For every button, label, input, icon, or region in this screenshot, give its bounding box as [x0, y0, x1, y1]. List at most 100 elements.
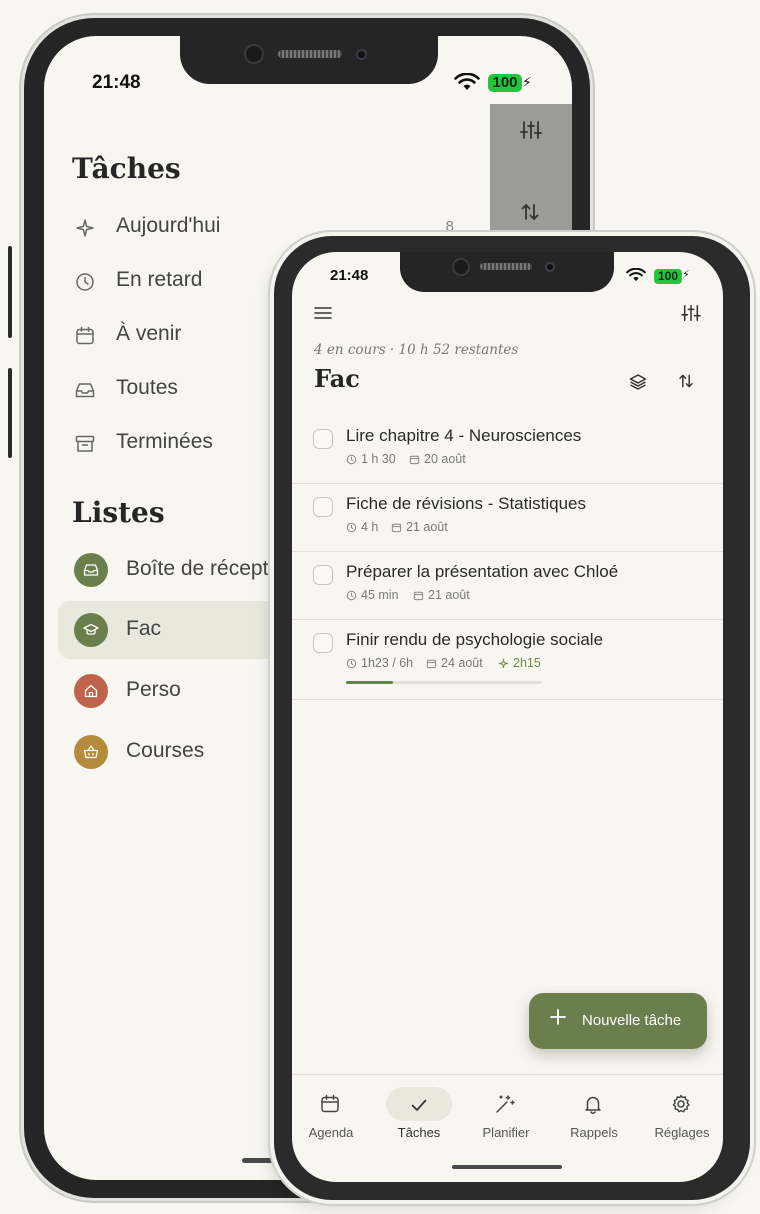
task-title: Préparer la présentation avec Chloé — [346, 562, 619, 581]
list-item-label: Perso — [126, 678, 181, 701]
speaker — [278, 50, 342, 58]
calendar-icon — [391, 523, 402, 533]
task-date-text: 21 août — [406, 520, 448, 534]
sort-icon[interactable] — [520, 202, 540, 222]
battery-badge: 100 — [654, 269, 682, 284]
clock-icon — [76, 273, 94, 291]
lists-title: Listes — [72, 496, 165, 529]
list-title: Fac — [314, 364, 360, 393]
new-task-label: Nouvelle tâche — [582, 1012, 682, 1029]
notch — [180, 36, 438, 84]
archive-icon — [75, 435, 95, 452]
menu-item-label: Aujourd'hui — [116, 214, 221, 237]
speaker — [480, 263, 532, 270]
task-planned-text: 2h15 — [513, 656, 541, 670]
task-date-text: 21 août — [428, 588, 470, 602]
sort-icon[interactable] — [678, 373, 694, 389]
tab-label: Réglages — [654, 1125, 710, 1140]
phone-front: 21:48 100 ⚡ 4 en cours · 10 h 52 restant… — [274, 236, 750, 1200]
tab-reminders[interactable]: Rappels — [552, 1075, 636, 1155]
battery-badge: 100 — [488, 74, 522, 92]
tab-label: Planifier — [482, 1125, 530, 1140]
clock-icon — [346, 590, 357, 601]
task-checkbox[interactable] — [313, 497, 333, 517]
task-row[interactable]: Finir rendu de psychologie sociale 1h23 … — [292, 619, 723, 700]
tab-tasks[interactable]: Tâches — [377, 1075, 461, 1155]
task-checkbox[interactable] — [313, 633, 333, 653]
list-color-dot — [74, 553, 108, 587]
task-title: Lire chapitre 4 - Neurosciences — [346, 426, 582, 445]
camera — [452, 258, 470, 276]
tab-agenda[interactable]: Agenda — [292, 1075, 373, 1155]
menu-item-label: Toutes — [116, 376, 178, 399]
list-subtitle: 4 en cours · 10 h 52 restantes — [314, 342, 519, 358]
charging-icon: ⚡ — [682, 269, 690, 281]
list-color-dot — [74, 735, 108, 769]
task-row[interactable]: Lire chapitre 4 - Neurosciences 1 h 30 2… — [292, 415, 723, 484]
task-title: Fiche de révisions - Statistiques — [346, 494, 586, 513]
home-indicator — [452, 1165, 562, 1169]
notch — [400, 252, 614, 292]
list-color-dot — [74, 674, 108, 708]
task-duration-text: 45 min — [361, 588, 399, 602]
sensor — [545, 262, 555, 272]
clock-icon — [346, 658, 357, 669]
menu-item-count: 8 — [445, 218, 454, 235]
home-icon — [84, 684, 98, 698]
clock-icon — [346, 522, 357, 533]
basket-icon — [83, 745, 99, 759]
inbox-icon — [83, 564, 99, 576]
list-item-label: Fac — [126, 617, 162, 640]
clock-icon — [346, 454, 357, 465]
tab-plan[interactable]: Planifier — [464, 1075, 548, 1155]
menu-item-label: À venir — [116, 322, 182, 345]
tab-label: Rappels — [570, 1125, 618, 1140]
drawer-title: Tâches — [72, 152, 181, 185]
menu-icon[interactable] — [314, 306, 332, 320]
task-row[interactable]: Préparer la présentation avec Chloé 45 m… — [292, 551, 723, 620]
list-color-dot — [74, 613, 108, 647]
tab-label: Agenda — [308, 1125, 354, 1140]
list-item-label: Courses — [126, 739, 205, 762]
status-time: 21:48 — [92, 72, 141, 93]
tab-label: Tâches — [397, 1125, 441, 1140]
inbox-icon — [75, 383, 95, 398]
magic-wand-icon — [496, 1095, 515, 1113]
sparkle-icon — [76, 219, 94, 237]
tab-settings[interactable]: Réglages — [640, 1075, 723, 1155]
sliders-icon[interactable] — [681, 304, 701, 322]
graduation-cap-icon — [83, 623, 99, 635]
volume-up-button — [8, 246, 12, 338]
task-row[interactable]: Fiche de révisions - Statistiques 4 h 21… — [292, 483, 723, 552]
task-progress-bar — [346, 681, 542, 684]
task-date-text: 24 août — [441, 656, 483, 670]
check-icon — [411, 1099, 427, 1111]
task-title: Finir rendu de psychologie sociale — [346, 630, 604, 649]
volume-down-button — [8, 368, 12, 458]
sliders-icon[interactable] — [520, 120, 542, 140]
menu-item-label: Terminées — [116, 430, 213, 453]
task-date-text: 20 août — [424, 452, 466, 466]
task-duration-text: 4 h — [361, 520, 379, 534]
wifi-icon — [454, 73, 480, 90]
task-checkbox[interactable] — [313, 429, 333, 449]
wifi-icon — [626, 268, 646, 282]
tasks-screen: 21:48 100 ⚡ 4 en cours · 10 h 52 restant… — [292, 252, 723, 1182]
gear-icon — [672, 1094, 690, 1113]
calendar-icon — [321, 1094, 339, 1113]
plus-icon — [550, 1009, 566, 1025]
sensor — [356, 49, 367, 60]
layers-icon[interactable] — [629, 373, 647, 391]
task-duration-text: 1 h 30 — [361, 452, 396, 466]
calendar-icon — [76, 326, 94, 345]
bell-icon — [585, 1096, 601, 1114]
list-item-label: Boîte de réception — [126, 557, 297, 580]
status-time: 21:48 — [330, 267, 369, 284]
new-task-button[interactable]: Nouvelle tâche — [529, 993, 707, 1049]
sparkle-icon — [498, 658, 509, 669]
task-checkbox[interactable] — [313, 565, 333, 585]
task-duration-text: 1h23 / 6h — [361, 656, 414, 670]
calendar-icon — [413, 591, 424, 601]
task-progress-fill — [346, 681, 394, 684]
menu-item-label: En retard — [116, 268, 203, 291]
